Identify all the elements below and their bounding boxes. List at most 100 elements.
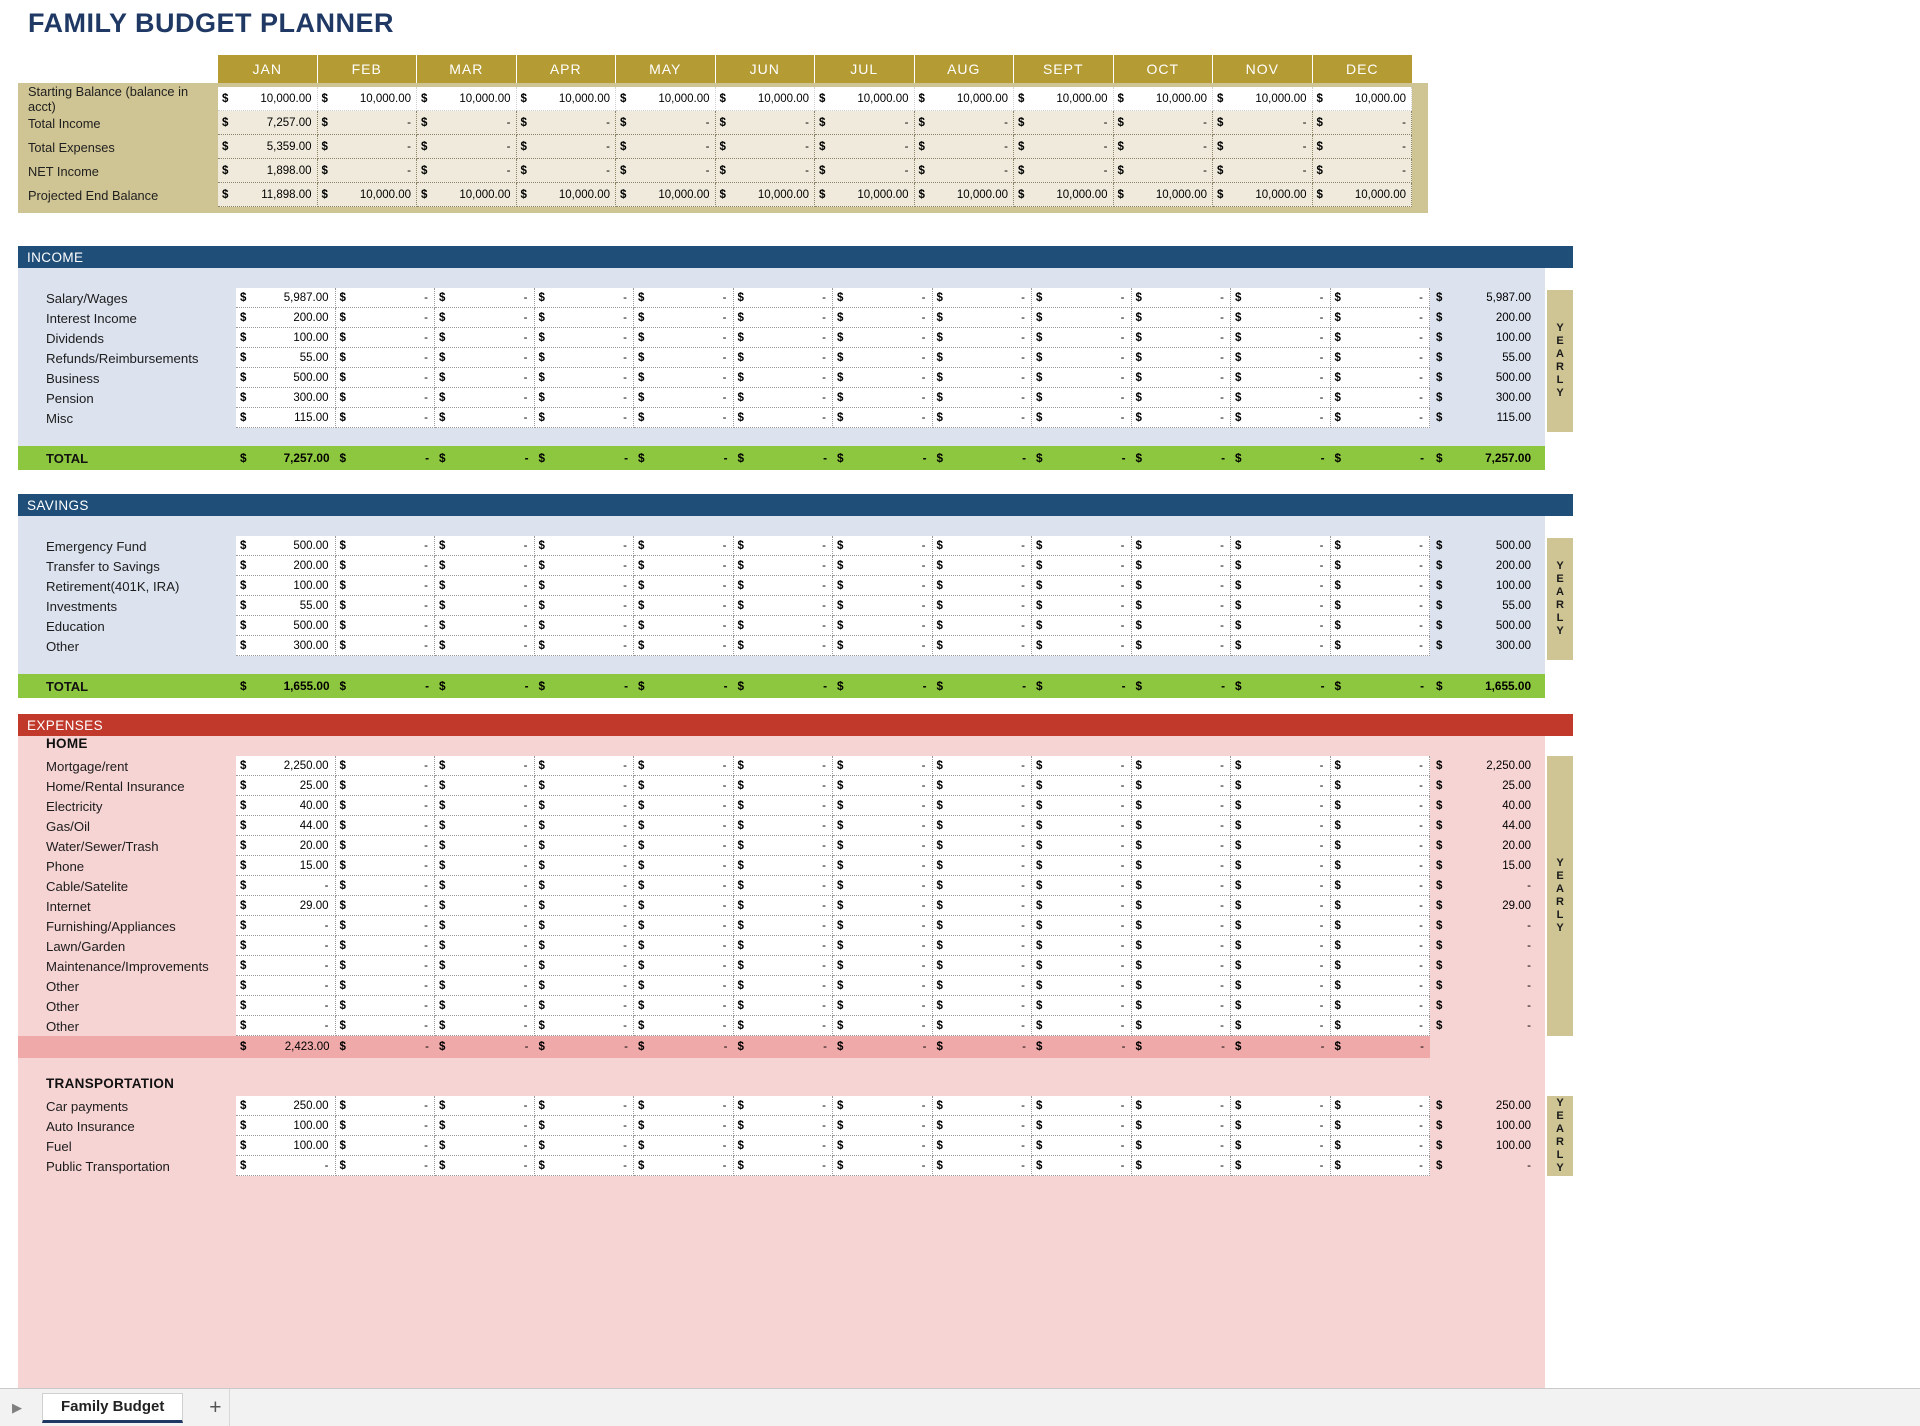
month-cell[interactable]: $ - <box>733 368 833 388</box>
month-cell[interactable]: $ - <box>534 796 634 816</box>
month-cell[interactable]: $ - <box>335 816 435 836</box>
month-cell[interactable]: $300.00 <box>236 388 336 408</box>
month-cell[interactable]: $ - <box>1231 896 1331 916</box>
month-cell[interactable]: $ - <box>1032 308 1132 328</box>
month-cell[interactable]: $ - <box>236 956 336 976</box>
month-cell[interactable]: $ - <box>1131 348 1231 368</box>
month-cell[interactable]: $ - <box>1131 576 1231 596</box>
month-cell[interactable]: $ - <box>833 308 933 328</box>
month-cell[interactable]: $250.00 <box>236 1096 336 1116</box>
month-cell[interactable]: $ - <box>534 576 634 596</box>
month-cell[interactable]: $25.00 <box>236 776 336 796</box>
month-cell[interactable]: $ - <box>1330 636 1430 656</box>
month-cell[interactable]: $ - <box>1231 796 1331 816</box>
month-cell[interactable]: $ - <box>932 996 1032 1016</box>
month-cell[interactable]: $ - <box>435 976 535 996</box>
month-cell[interactable]: $100.00 <box>236 328 336 348</box>
month-cell[interactable]: $115.00 <box>236 408 336 428</box>
month-cell[interactable]: $ - <box>1330 896 1430 916</box>
month-cell[interactable]: $ - <box>1032 796 1132 816</box>
month-cell[interactable]: $ - <box>1330 936 1430 956</box>
month-cell[interactable]: $ - <box>534 896 634 916</box>
month-cell[interactable]: $ - <box>1231 996 1331 1016</box>
month-cell[interactable]: $ - <box>1032 348 1132 368</box>
month-cell[interactable]: $ - <box>1131 816 1231 836</box>
month-cell[interactable]: $ - <box>335 596 435 616</box>
month-cell[interactable]: $ - <box>733 1016 833 1036</box>
month-cell[interactable]: $ - <box>932 1016 1032 1036</box>
month-cell[interactable]: $ - <box>335 368 435 388</box>
month-cell[interactable]: $ - <box>1330 408 1430 428</box>
month-cell[interactable]: $ - <box>435 956 535 976</box>
month-cell[interactable]: $ - <box>534 536 634 556</box>
month-cell[interactable]: $ - <box>634 636 734 656</box>
summary-cell[interactable]: $ - <box>914 111 1014 135</box>
month-cell[interactable]: $ - <box>932 368 1032 388</box>
month-cell[interactable]: $ - <box>1131 328 1231 348</box>
month-cell[interactable]: $ - <box>534 756 634 776</box>
month-cell[interactable]: $ - <box>833 536 933 556</box>
month-cell[interactable]: $ - <box>833 1136 933 1156</box>
month-cell[interactable]: $ - <box>1131 996 1231 1016</box>
month-cell[interactable]: $ - <box>932 536 1032 556</box>
month-cell[interactable]: $ - <box>435 328 535 348</box>
month-cell[interactable]: $ - <box>335 576 435 596</box>
month-cell[interactable]: $500.00 <box>236 536 336 556</box>
month-cell[interactable]: $ - <box>1131 288 1231 308</box>
month-cell[interactable]: $ - <box>634 956 734 976</box>
month-cell[interactable]: $ - <box>833 956 933 976</box>
month-cell[interactable]: $ - <box>1330 1156 1430 1176</box>
month-cell[interactable]: $ - <box>1330 776 1430 796</box>
month-cell[interactable]: $ - <box>435 1016 535 1036</box>
summary-cell[interactable]: $ - <box>1014 135 1114 159</box>
month-cell[interactable]: $44.00 <box>236 816 336 836</box>
month-cell[interactable]: $ - <box>1032 368 1132 388</box>
month-cell[interactable]: $ - <box>634 616 734 636</box>
month-cell[interactable]: $ - <box>1131 616 1231 636</box>
summary-cell[interactable]: $10,000.00 <box>417 183 517 207</box>
month-cell[interactable]: $ - <box>335 936 435 956</box>
month-cell[interactable]: $ - <box>932 936 1032 956</box>
month-cell[interactable]: $ - <box>335 288 435 308</box>
month-cell[interactable]: $ - <box>1131 896 1231 916</box>
month-cell[interactable]: $ - <box>1330 1136 1430 1156</box>
month-cell[interactable]: $ - <box>1231 1156 1331 1176</box>
month-cell[interactable]: $ - <box>733 976 833 996</box>
month-cell[interactable]: $ - <box>932 776 1032 796</box>
summary-cell[interactable]: $10,000.00 <box>516 87 616 111</box>
month-cell[interactable]: $ - <box>932 956 1032 976</box>
month-cell[interactable]: $ - <box>833 796 933 816</box>
month-cell[interactable]: $ - <box>1330 1016 1430 1036</box>
month-cell[interactable]: $ - <box>634 1136 734 1156</box>
month-cell[interactable]: $ - <box>932 576 1032 596</box>
month-cell[interactable]: $ - <box>435 776 535 796</box>
month-cell[interactable]: $ - <box>435 616 535 636</box>
summary-cell[interactable]: $ - <box>715 159 815 183</box>
month-cell[interactable]: $ - <box>1231 1136 1331 1156</box>
month-cell[interactable]: $ - <box>932 796 1032 816</box>
month-cell[interactable]: $ - <box>932 856 1032 876</box>
month-cell[interactable]: $ - <box>435 1136 535 1156</box>
month-cell[interactable]: $ - <box>634 556 734 576</box>
month-cell[interactable]: $ - <box>833 756 933 776</box>
month-cell[interactable]: $ - <box>534 408 634 428</box>
month-cell[interactable]: $500.00 <box>236 616 336 636</box>
month-cell[interactable]: $ - <box>1131 1116 1231 1136</box>
summary-cell[interactable]: $11,898.00 <box>218 183 318 207</box>
month-cell[interactable]: $ - <box>435 388 535 408</box>
month-cell[interactable]: $ - <box>534 328 634 348</box>
month-cell[interactable]: $ - <box>236 876 336 896</box>
month-cell[interactable]: $ - <box>932 916 1032 936</box>
summary-cell[interactable]: $ - <box>1014 159 1114 183</box>
month-cell[interactable]: $100.00 <box>236 1116 336 1136</box>
month-cell[interactable]: $ - <box>236 936 336 956</box>
month-cell[interactable]: $ - <box>1231 368 1331 388</box>
month-cell[interactable]: $ - <box>534 1096 634 1116</box>
month-cell[interactable]: $ - <box>733 556 833 576</box>
month-cell[interactable]: $ - <box>733 1156 833 1176</box>
month-cell[interactable]: $ - <box>1032 1116 1132 1136</box>
month-cell[interactable]: $ - <box>634 796 734 816</box>
month-cell[interactable]: $ - <box>1032 1096 1132 1116</box>
month-cell[interactable]: $ - <box>733 776 833 796</box>
summary-cell[interactable]: $ - <box>516 159 616 183</box>
